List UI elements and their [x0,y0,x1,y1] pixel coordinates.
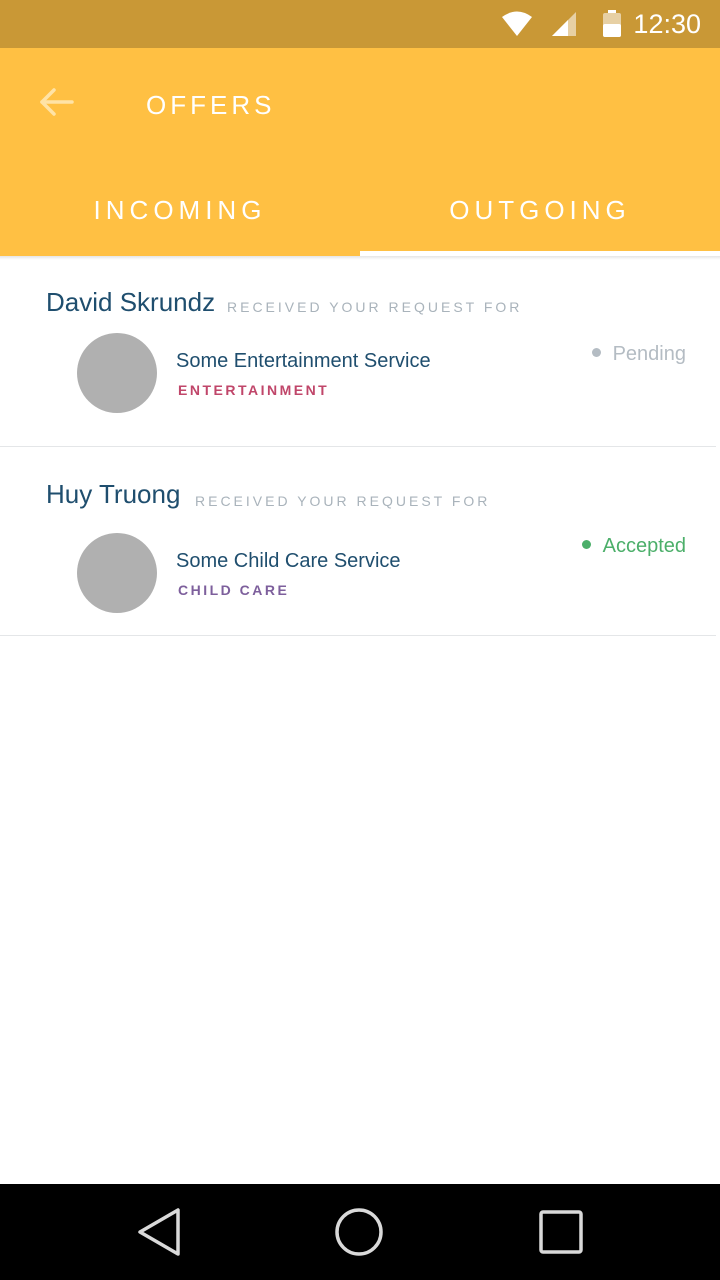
status-dot [591,348,601,358]
nav-back-button[interactable] [132,1204,188,1260]
signal-icon [552,12,576,36]
status-label: Pending [612,343,686,365]
service-category: CHILD CARE [178,582,290,598]
recents-square-icon [539,1210,583,1254]
received-request-label: RECEIVED YOUR REQUEST FOR [227,299,523,315]
tab-outgoing-label: OUTGOING [449,195,631,225]
service-name: Some Child Care Service [176,550,401,572]
arrow-back-icon [40,88,74,116]
status-bar: 12:30 [0,0,720,48]
app-bar: OFFERS INCOMING OUTGOING [0,48,720,256]
status-dot [581,540,591,550]
home-circle-icon [335,1208,383,1256]
offer-list-item[interactable]: Huy Truong RECEIVED YOUR REQUEST FOR Som… [0,446,720,636]
offer-list-item[interactable]: David Skrundz RECEIVED YOUR REQUEST FOR … [0,256,720,447]
tab-incoming-label: INCOMING [93,195,267,225]
service-category: ENTERTAINMENT [178,382,330,398]
nav-recents-button[interactable] [533,1204,589,1260]
avatar [77,333,157,413]
received-request-label: RECEIVED YOUR REQUEST FOR [195,493,491,509]
nav-home-button[interactable] [331,1204,387,1260]
offer-person-name: Huy Truong [46,479,181,509]
tab-incoming[interactable]: INCOMING [0,184,360,256]
battery-icon [603,10,621,37]
avatar [77,533,157,613]
back-button[interactable] [30,78,82,130]
system-nav-bar [0,1184,720,1280]
offer-person-name: David Skrundz [46,287,216,317]
offer-status: Accepted [581,533,686,559]
wifi-icon [502,11,532,36]
offer-status: Pending [591,341,686,367]
divider [0,635,716,636]
service-name: Some Entertainment Service [176,350,431,372]
offers-screen: 12:30 OFFERS INCOMING OUTGOING David Skr… [0,0,720,1280]
back-triangle-icon [138,1208,180,1256]
tab-outgoing[interactable]: OUTGOING [360,184,720,256]
status-time: 12:30 [633,9,701,39]
status-label: Accepted [602,535,686,557]
page-title: OFFERS [146,90,276,120]
